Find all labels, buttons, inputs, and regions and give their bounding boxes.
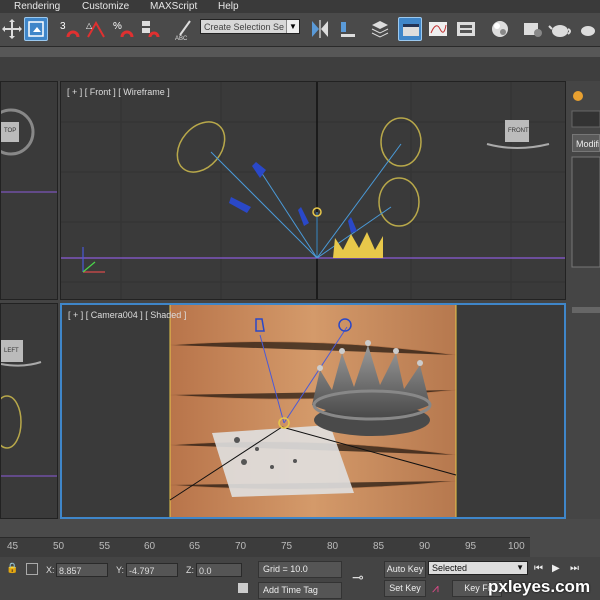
tick-70: 70	[235, 541, 247, 552]
edit-named-selection-icon[interactable]: ABC	[172, 17, 196, 41]
svg-text:3: 3	[60, 21, 66, 32]
graphite-ribbon-icon[interactable]	[398, 17, 422, 41]
menu-maxscript[interactable]: MAXScript	[150, 0, 197, 13]
render-teapot-icon[interactable]	[548, 17, 572, 41]
render-frame-icon[interactable]	[576, 17, 600, 41]
chevron-down-icon[interactable]: ▼	[286, 20, 299, 33]
tick-65: 65	[189, 541, 201, 552]
selected-label: Selected	[432, 563, 468, 573]
spinner-snap-icon[interactable]	[138, 17, 162, 41]
auto-key-button[interactable]: Auto Key	[384, 561, 426, 578]
camera-viewport-label[interactable]: [ + ] [ Camera004 ] [ Shaded ]	[68, 310, 186, 320]
render-setup-icon[interactable]	[520, 17, 544, 41]
nav-cube-front[interactable]: FRONT	[508, 128, 529, 134]
select-object-icon[interactable]	[24, 17, 48, 41]
z-label: Z:	[186, 565, 194, 575]
timeline-ruler[interactable]: 45 50 55 60 65 70 75 80 85 90 95 100	[0, 537, 530, 558]
watermark: pxleyes.com	[488, 577, 591, 596]
chevron-down-icon: ▼	[516, 563, 524, 572]
menu-bar: Rendering Customize MAXScript Help	[0, 0, 600, 13]
tick-55: 55	[99, 541, 111, 552]
x-field[interactable]: 8.857	[56, 563, 108, 577]
svg-text:△: △	[86, 21, 93, 30]
time-tag-icon[interactable]	[238, 583, 248, 593]
front-viewport-label[interactable]: [ + ] [ Front ] [ Wireframe ]	[67, 87, 170, 97]
absolute-mode-icon[interactable]	[26, 563, 38, 575]
x-label: X:	[46, 565, 55, 575]
viewport-top[interactable]: TOP	[0, 81, 58, 300]
z-field[interactable]: 0.0	[196, 563, 242, 577]
grid-display: Grid = 10.0	[258, 561, 342, 578]
nav-cube-left[interactable]: LEFT	[4, 348, 19, 354]
camera-viewport-canvas	[62, 305, 564, 517]
menu-rendering[interactable]: Rendering	[14, 0, 60, 13]
tick-75: 75	[281, 541, 293, 552]
key-selection-dropdown[interactable]: Selected ▼	[428, 561, 528, 575]
modifier-list[interactable]: Modifi	[572, 134, 600, 152]
set-key-button[interactable]: Set Key	[384, 580, 426, 597]
layer-manager-icon[interactable]	[368, 17, 392, 41]
key-icon[interactable]: ⊸	[352, 569, 364, 586]
menu-customize[interactable]: Customize	[82, 0, 129, 13]
main-toolbar: 3 △ % ABC Create Selection Se ▼	[0, 13, 600, 47]
play-icon[interactable]: ▶	[552, 563, 560, 574]
add-time-tag-button[interactable]: Add Time Tag	[258, 582, 342, 599]
tick-90: 90	[419, 541, 431, 552]
selection-set-label: Create Selection Se	[204, 22, 285, 32]
curve-editor-icon[interactable]	[426, 17, 450, 41]
menu-help[interactable]: Help	[218, 0, 239, 13]
top-viewport-canvas	[1, 108, 57, 193]
tick-85: 85	[373, 541, 385, 552]
percent-snap-icon[interactable]: %	[112, 17, 136, 41]
lock-icon[interactable]: 🔒	[6, 563, 18, 574]
front-viewport-canvas	[61, 82, 565, 299]
mirror-icon[interactable]	[308, 17, 332, 41]
angle-snap-icon[interactable]: △	[84, 17, 108, 41]
left-viewport-canvas	[1, 340, 57, 477]
ribbon-area	[0, 57, 600, 81]
schematic-view-icon[interactable]	[454, 17, 478, 41]
tick-45: 45	[7, 541, 19, 552]
tick-100: 100	[508, 541, 525, 552]
tick-80: 80	[327, 541, 339, 552]
y-field[interactable]: -4.797	[126, 563, 178, 577]
tick-50: 50	[53, 541, 65, 552]
y-label: Y:	[116, 565, 125, 575]
snap-3-icon[interactable]: 3	[58, 17, 82, 41]
viewport-left[interactable]: LEFT	[0, 303, 58, 519]
tick-60: 60	[144, 541, 156, 552]
next-frame-icon[interactable]: ⏭	[570, 563, 579, 574]
viewport-front[interactable]: [ + ] [ Front ] [ Wireframe ] FRONT	[60, 81, 566, 300]
material-editor-icon[interactable]	[488, 17, 512, 41]
selection-set-dropdown[interactable]: Create Selection Se ▼	[200, 19, 300, 34]
svg-text:%: %	[113, 21, 122, 32]
key-mode-icon[interactable]: ⩘	[432, 581, 439, 596]
svg-text:ABC: ABC	[175, 36, 188, 41]
move-icon[interactable]	[0, 17, 24, 41]
nav-cube-top[interactable]: TOP	[4, 128, 16, 134]
prev-frame-icon[interactable]: ⏮	[534, 563, 543, 574]
viewport-camera[interactable]: [ + ] [ Camera004 ] [ Shaded ]	[60, 303, 566, 519]
align-icon[interactable]	[336, 17, 360, 41]
tick-95: 95	[465, 541, 477, 552]
